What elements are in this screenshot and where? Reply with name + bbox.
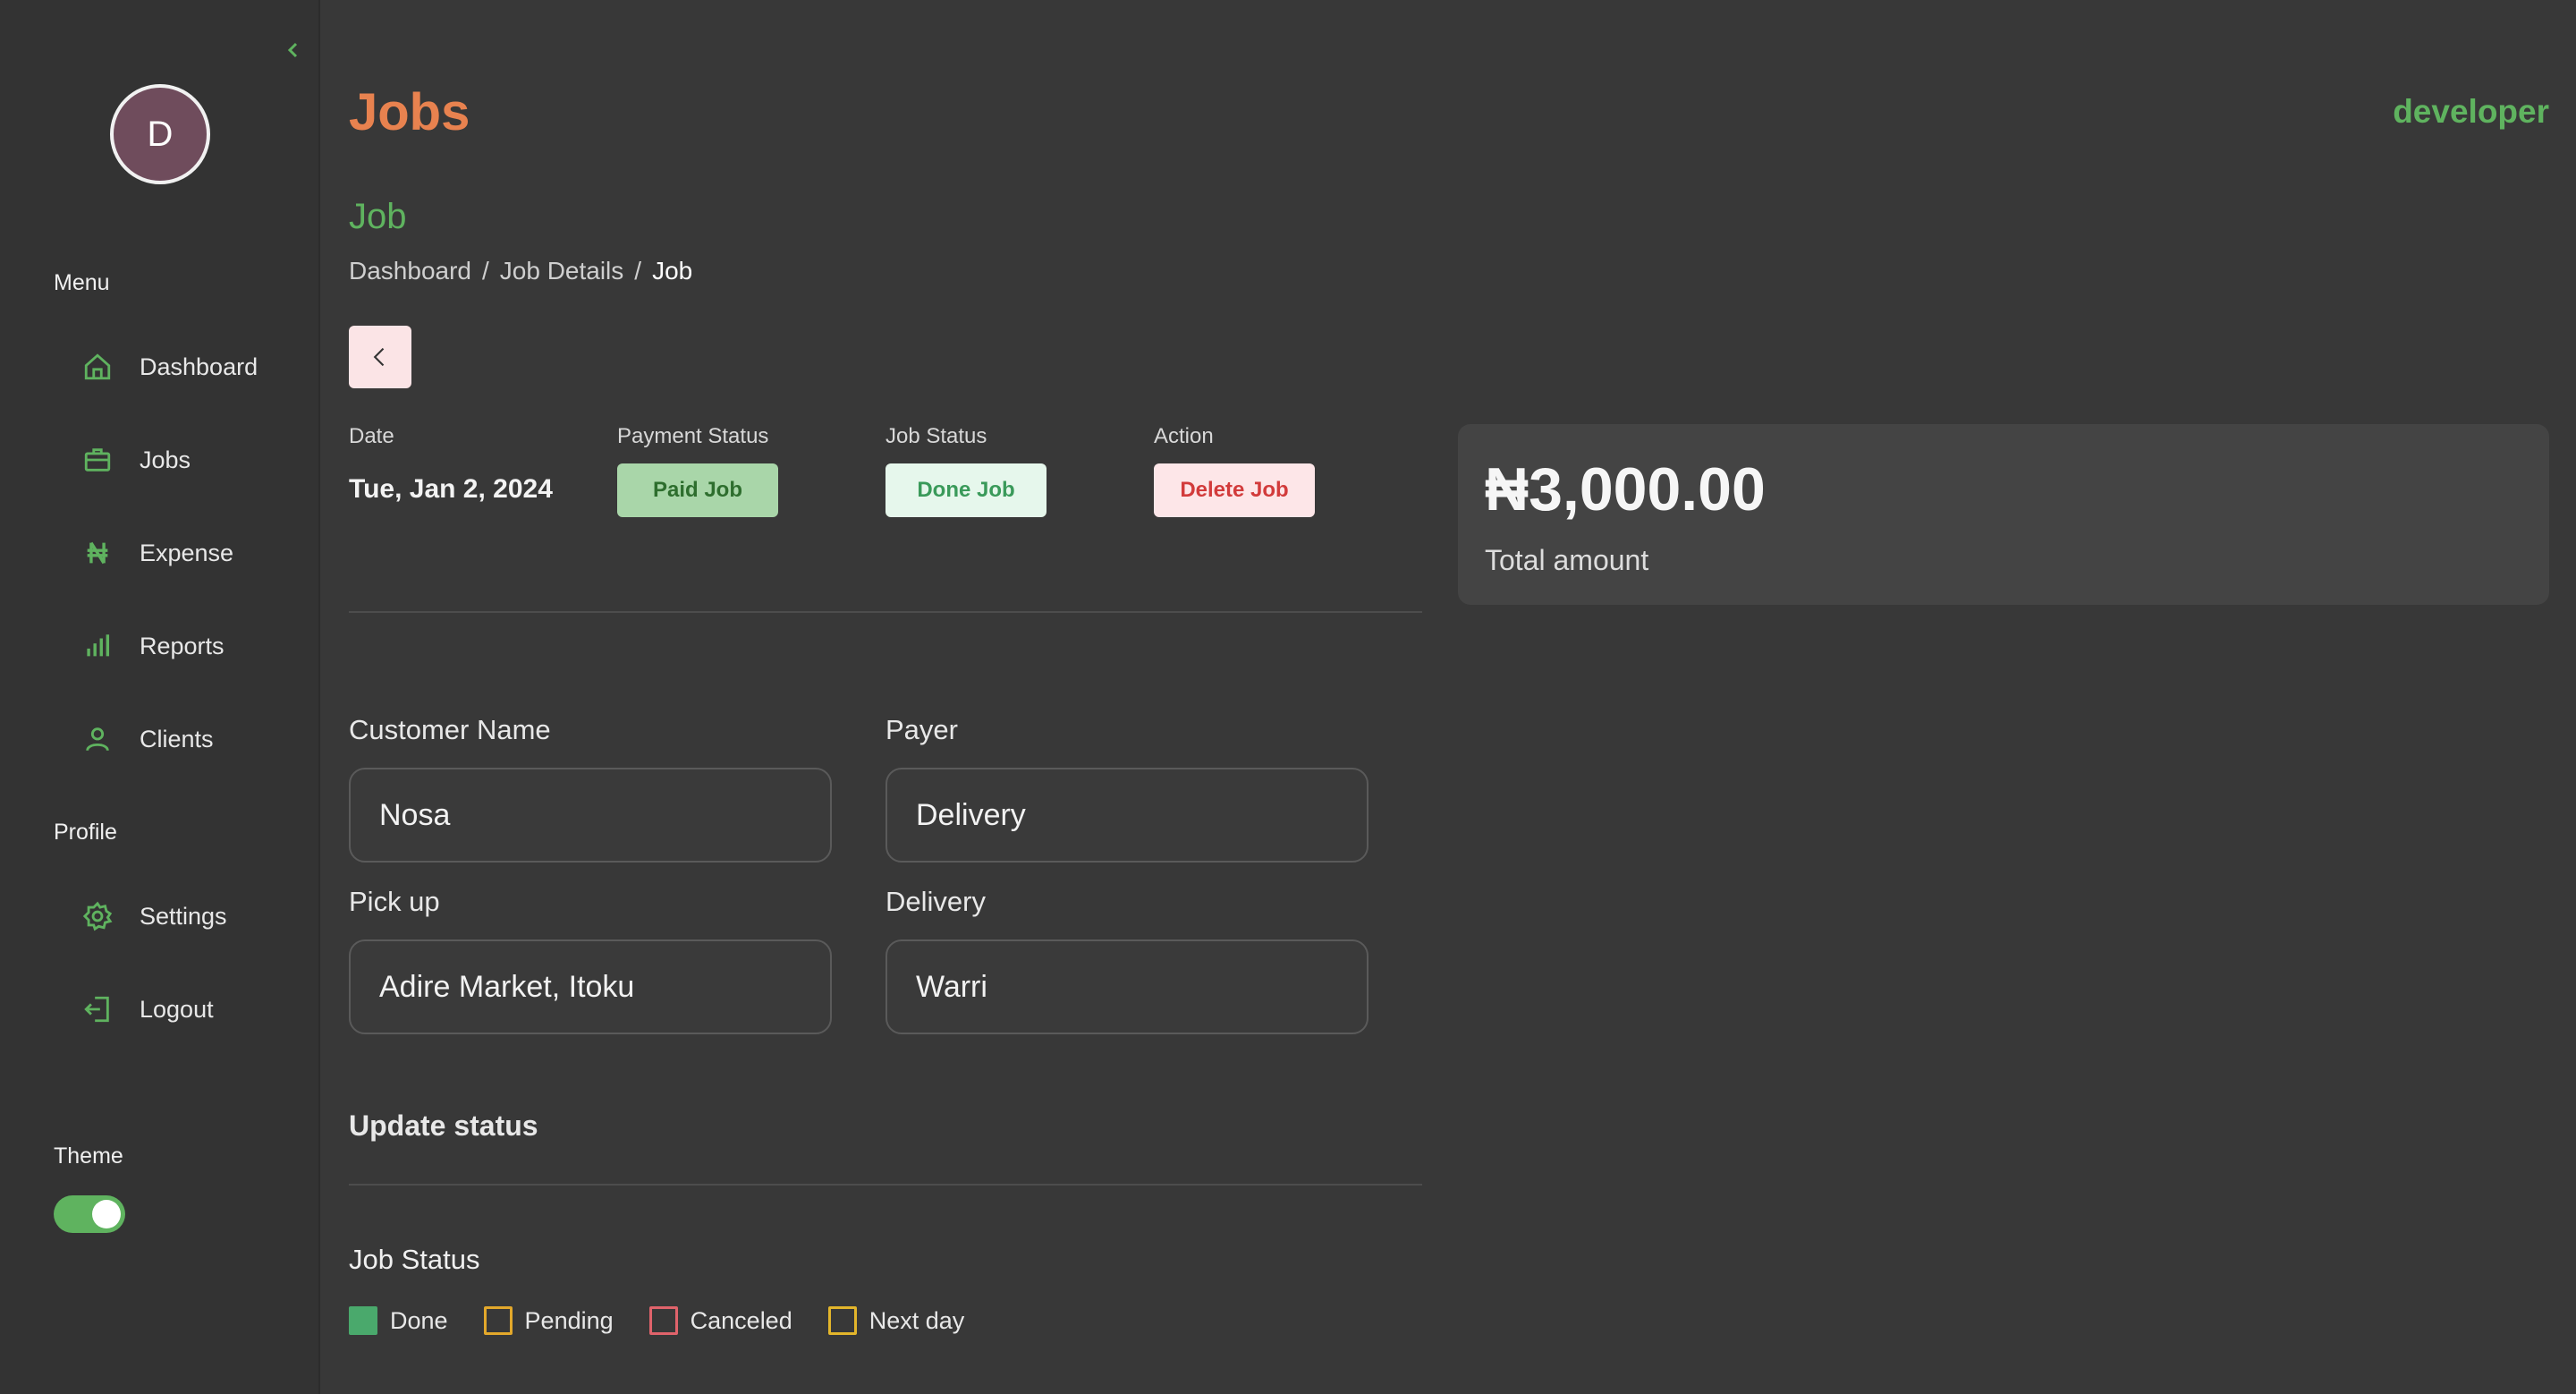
done-job-badge[interactable]: Done Job: [886, 463, 1046, 517]
customer-name-field[interactable]: Nosa: [349, 768, 832, 863]
sidebar-item-label: Clients: [140, 725, 214, 752]
sidebar-item-label: Jobs: [140, 446, 191, 473]
breadcrumb-separator: /: [481, 257, 489, 285]
sidebar: D Menu Dashboard Jobs Expense Reports Cl…: [0, 0, 320, 1394]
section-title: Job: [349, 197, 407, 236]
status-option-canceled[interactable]: Canceled: [648, 1306, 792, 1335]
job-status-column: Job Status Done Job: [886, 424, 1046, 517]
payment-status-column: Payment Status Paid Job: [617, 424, 778, 517]
sidebar-item-label: Settings: [140, 902, 227, 930]
breadcrumb-current: Job: [652, 257, 693, 285]
payer-field[interactable]: Delivery: [886, 768, 1368, 863]
app-root: D Menu Dashboard Jobs Expense Reports Cl…: [0, 0, 2576, 1394]
bar-chart-icon: [80, 629, 114, 663]
status-option-done[interactable]: Done: [349, 1306, 448, 1335]
breadcrumb-job-details[interactable]: Job Details: [500, 257, 624, 285]
sidebar-item-dashboard[interactable]: Dashboard: [80, 340, 295, 394]
payment-status-label: Payment Status: [617, 424, 769, 448]
sidebar-item-clients[interactable]: Clients: [80, 712, 295, 766]
date-column: Date Tue, Jan 2, 2024: [349, 424, 553, 505]
delivery-field[interactable]: Warri: [886, 939, 1368, 1034]
chevron-left-icon: [373, 347, 385, 367]
pickup-label: Pick up: [349, 886, 440, 917]
checkbox[interactable]: [648, 1306, 678, 1335]
total-amount-value: ₦3,000.00: [1485, 455, 1766, 523]
status-option-label: Next day: [869, 1306, 965, 1334]
breadcrumb-separator: /: [634, 257, 642, 285]
delivery-label: Delivery: [886, 886, 986, 917]
sidebar-item-logout[interactable]: Logout: [80, 982, 295, 1036]
total-amount-label: Total amount: [1485, 544, 1649, 576]
delete-job-button[interactable]: Delete Job: [1154, 463, 1315, 517]
sidebar-item-label: Logout: [140, 995, 214, 1023]
divider: [349, 611, 1422, 613]
gear-icon: [80, 899, 114, 933]
briefcase-icon: [80, 443, 114, 477]
checkbox-checked[interactable]: [349, 1306, 377, 1335]
payer-label: Payer: [886, 714, 958, 745]
breadcrumb-dashboard[interactable]: Dashboard: [349, 257, 471, 285]
status-option-label: Done: [390, 1306, 448, 1334]
status-option-pending[interactable]: Pending: [483, 1306, 614, 1335]
profile-section-label: Profile: [54, 820, 117, 845]
back-button[interactable]: [349, 326, 411, 388]
checkbox[interactable]: [483, 1306, 513, 1335]
breadcrumb: Dashboard / Job Details / Job: [349, 257, 692, 285]
home-icon: [80, 350, 114, 384]
sidebar-item-reports[interactable]: Reports: [80, 619, 295, 673]
theme-toggle[interactable]: [54, 1195, 125, 1233]
status-option-label: Pending: [524, 1306, 614, 1334]
sidebar-item-settings[interactable]: Settings: [80, 889, 295, 943]
update-status-title: Update status: [349, 1109, 538, 1142]
sidebar-item-label: Expense: [140, 539, 234, 566]
toggle-knob: [92, 1200, 121, 1228]
divider: [349, 1184, 1422, 1186]
theme-section-label: Theme: [54, 1143, 123, 1169]
status-option-next-day[interactable]: Next day: [827, 1306, 965, 1335]
job-status-options: Done Pending Canceled Next day: [349, 1306, 964, 1335]
sidebar-item-label: Reports: [140, 632, 225, 659]
job-status-title: Job Status: [349, 1244, 480, 1275]
page-title: Jobs: [349, 83, 470, 141]
logout-icon: [80, 992, 114, 1026]
sidebar-item-expense[interactable]: Expense: [80, 526, 295, 580]
job-status-label: Job Status: [886, 424, 987, 448]
total-amount-card: ₦3,000.00 Total amount: [1458, 424, 2549, 605]
paid-job-badge[interactable]: Paid Job: [617, 463, 778, 517]
status-option-label: Canceled: [690, 1306, 792, 1334]
menu-section-label: Menu: [54, 270, 110, 295]
action-column: Action Delete Job: [1154, 424, 1315, 517]
collapse-sidebar-button[interactable]: [283, 39, 304, 61]
date-value: Tue, Jan 2, 2024: [349, 474, 553, 504]
user-icon: [80, 722, 114, 756]
action-label: Action: [1154, 424, 1214, 448]
chevron-left-icon: [287, 42, 298, 58]
user-role-label[interactable]: developer: [2393, 93, 2549, 131]
sidebar-item-jobs[interactable]: Jobs: [80, 433, 295, 487]
naira-icon: [80, 536, 114, 570]
avatar-initial: D: [147, 114, 174, 154]
date-label: Date: [349, 424, 394, 448]
sidebar-item-label: Dashboard: [140, 353, 258, 380]
pickup-field[interactable]: Adire Market, Itoku: [349, 939, 832, 1034]
customer-name-label: Customer Name: [349, 714, 551, 745]
avatar[interactable]: D: [110, 84, 210, 184]
checkbox[interactable]: [827, 1306, 857, 1335]
